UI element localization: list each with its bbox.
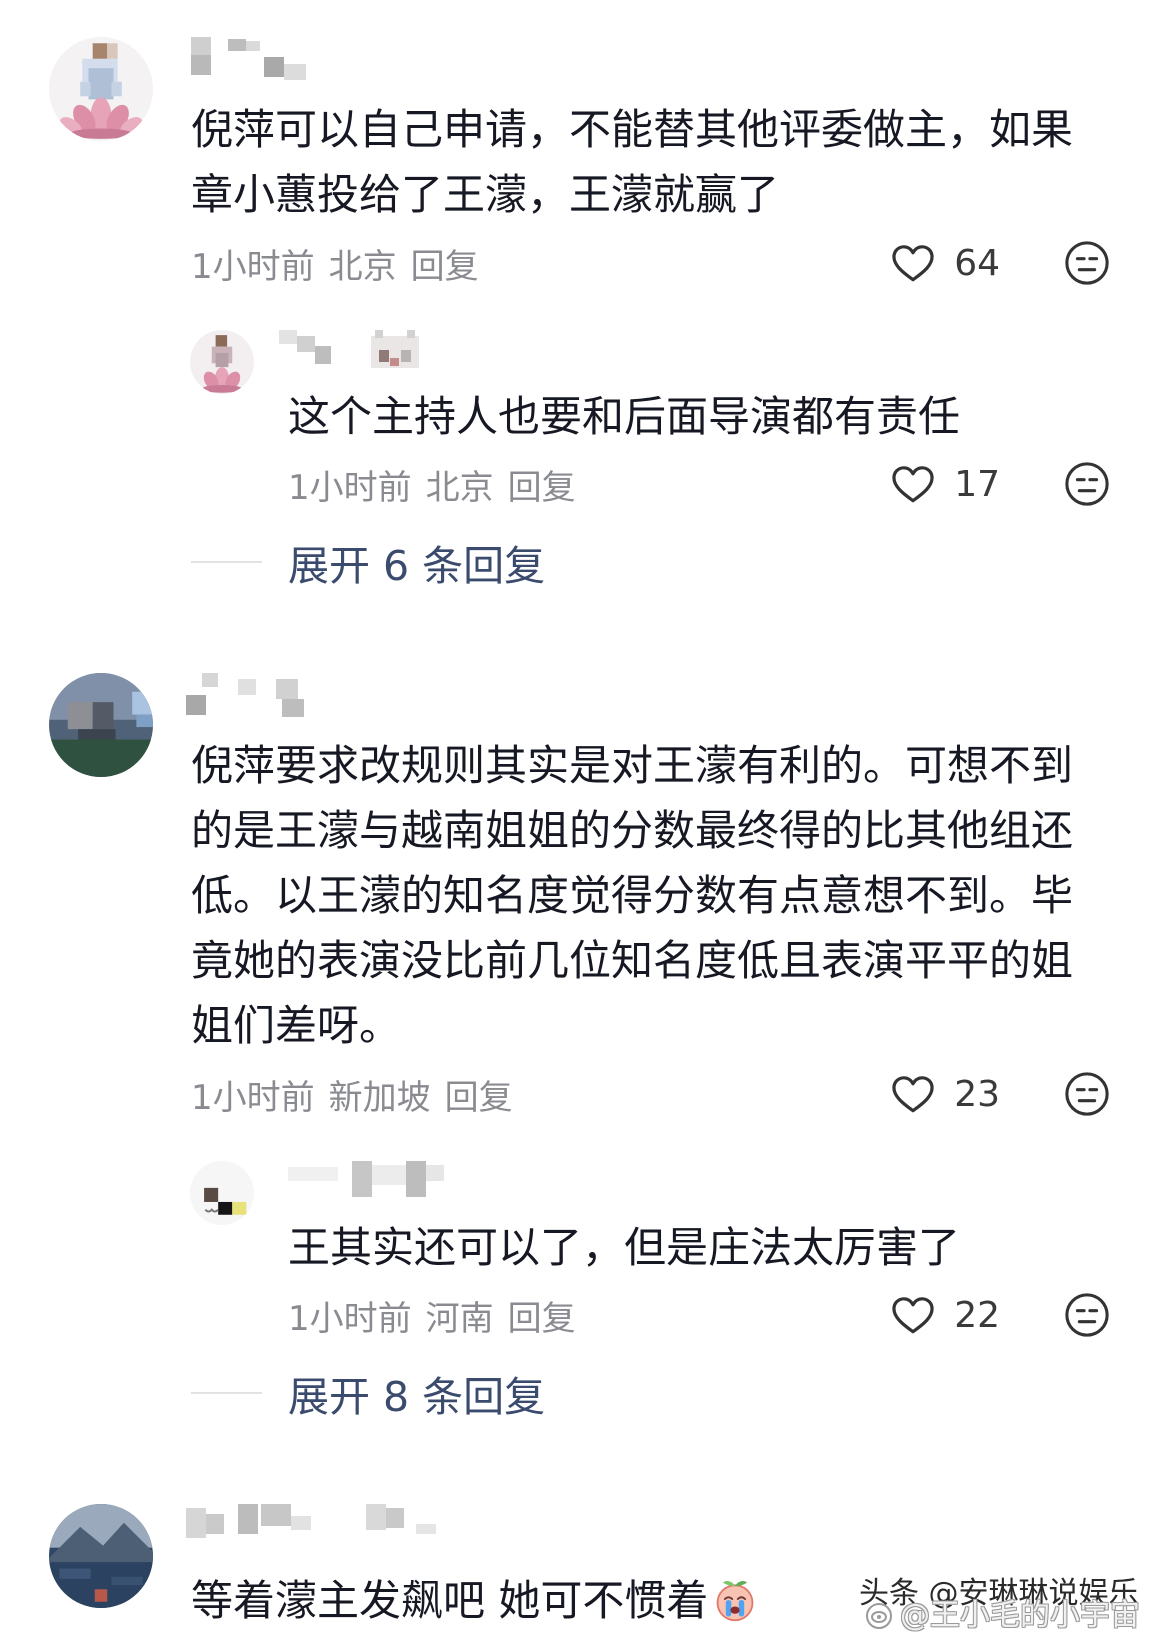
username-blurred[interactable] xyxy=(279,330,1170,370)
comment-item: 倪萍可以自己申请，不能替其他评委做主，如果章小蕙投给了王濛，王濛就赢了 1小时前… xyxy=(0,37,1170,288)
username-blurred[interactable] xyxy=(191,37,1170,82)
comment-time: 1小时前 xyxy=(191,1077,315,1118)
reply-button[interactable]: 回复 xyxy=(508,1291,576,1340)
like-button[interactable]: 23 xyxy=(890,1069,1000,1119)
reply-item: 王其实还可以了，但是庄法太厉害了 1小时前 河南 回复 22 xyxy=(0,1161,1170,1340)
heart-outline-icon[interactable] xyxy=(890,1074,936,1114)
comment-list: 倪萍可以自己申请，不能替其他评委做主，如果章小蕙投给了王濛，王濛就赢了 1小时前… xyxy=(0,0,1170,1637)
like-count: 23 xyxy=(954,1073,1000,1115)
like-button[interactable]: 17 xyxy=(890,459,1000,509)
reply-meta: 1小时前 北京 回复 17 xyxy=(288,459,1170,509)
avatar[interactable] xyxy=(190,1161,254,1225)
expand-replies-button[interactable]: 展开 8 条回复 xyxy=(0,1368,1170,1421)
reply-item: 这个主持人也要和后面导演都有责任 1小时前 北京 回复 17 xyxy=(0,330,1170,509)
reply-button[interactable]: 回复 xyxy=(411,239,479,288)
like-count: 64 xyxy=(954,242,1000,284)
neutral-face-icon[interactable] xyxy=(1064,240,1110,286)
avatar[interactable] xyxy=(190,330,254,394)
username-blurred[interactable] xyxy=(186,673,1170,718)
username-blurred[interactable] xyxy=(186,1504,1170,1549)
heart-outline-icon[interactable] xyxy=(890,243,936,283)
reply-time: 1小时前 xyxy=(288,467,412,508)
comment-text-content: 等着濛主发飙吧 她可不惯着 xyxy=(191,1576,709,1625)
like-count: 22 xyxy=(954,1294,1000,1336)
weibo-watermark: @王小毛的小宇宙 xyxy=(864,1598,1140,1634)
comment-thread: 倪萍可以自己申请，不能替其他评委做主，如果章小蕙投给了王濛，王濛就赢了 1小时前… xyxy=(0,37,1170,590)
reply-text: 王其实还可以了，但是庄法太厉害了 xyxy=(288,1223,961,1272)
weibo-watermark-text: @王小毛的小宇宙 xyxy=(900,1598,1140,1633)
neutral-face-icon[interactable] xyxy=(1064,1071,1110,1117)
reply-location: 北京 xyxy=(425,467,494,508)
like-button[interactable]: 22 xyxy=(890,1290,1000,1340)
like-count: 17 xyxy=(954,463,1000,505)
expand-replies-label[interactable]: 展开 8 条回复 xyxy=(288,1363,545,1423)
reply-location: 河南 xyxy=(425,1298,494,1339)
heart-outline-icon[interactable] xyxy=(890,464,936,504)
comment-time: 1小时前 xyxy=(191,246,315,287)
reply-button[interactable]: 回复 xyxy=(508,460,576,509)
username-blurred[interactable] xyxy=(288,1161,1170,1201)
expand-replies-label[interactable]: 展开 6 条回复 xyxy=(288,532,545,592)
expand-replies-button[interactable]: 展开 6 条回复 xyxy=(0,537,1170,590)
weibo-logo-icon xyxy=(864,1601,894,1631)
avatar[interactable] xyxy=(49,37,153,141)
expand-divider xyxy=(191,1392,262,1394)
reply-text: 这个主持人也要和后面导演都有责任 xyxy=(288,392,961,441)
comment-thread: 倪萍要求改规则其实是对王濛有利的。可想不到的是王濛与越南姐姐的分数最终得的比其他… xyxy=(0,673,1170,1421)
comment-meta: 1小时前 北京 回复 64 xyxy=(191,238,1170,288)
expand-divider xyxy=(191,561,262,563)
heart-outline-icon[interactable] xyxy=(890,1295,936,1335)
comment-item: 倪萍要求改规则其实是对王濛有利的。可想不到的是王濛与越南姐姐的分数最终得的比其他… xyxy=(0,673,1170,1119)
comment-location: 新加坡 xyxy=(328,1077,431,1118)
comment-meta: 1小时前 新加坡 回复 23 xyxy=(191,1069,1170,1119)
like-button[interactable]: 64 xyxy=(890,238,1000,288)
comment-text: 倪萍要求改规则其实是对王濛有利的。可想不到的是王濛与越南姐姐的分数最终得的比其他… xyxy=(191,741,1074,1050)
neutral-face-icon[interactable] xyxy=(1064,1292,1110,1338)
reply-button[interactable]: 回复 xyxy=(445,1070,513,1119)
avatar[interactable] xyxy=(49,1504,153,1608)
neutral-face-icon[interactable] xyxy=(1064,461,1110,507)
crying-peach-emoji-icon xyxy=(712,1577,758,1623)
comment-location: 北京 xyxy=(328,246,397,287)
comment-text: 倪萍可以自己申请，不能替其他评委做主，如果章小蕙投给了王濛，王濛就赢了 xyxy=(191,105,1074,219)
reply-meta: 1小时前 河南 回复 22 xyxy=(288,1290,1170,1340)
avatar[interactable] xyxy=(49,673,153,777)
reply-time: 1小时前 xyxy=(288,1298,412,1339)
